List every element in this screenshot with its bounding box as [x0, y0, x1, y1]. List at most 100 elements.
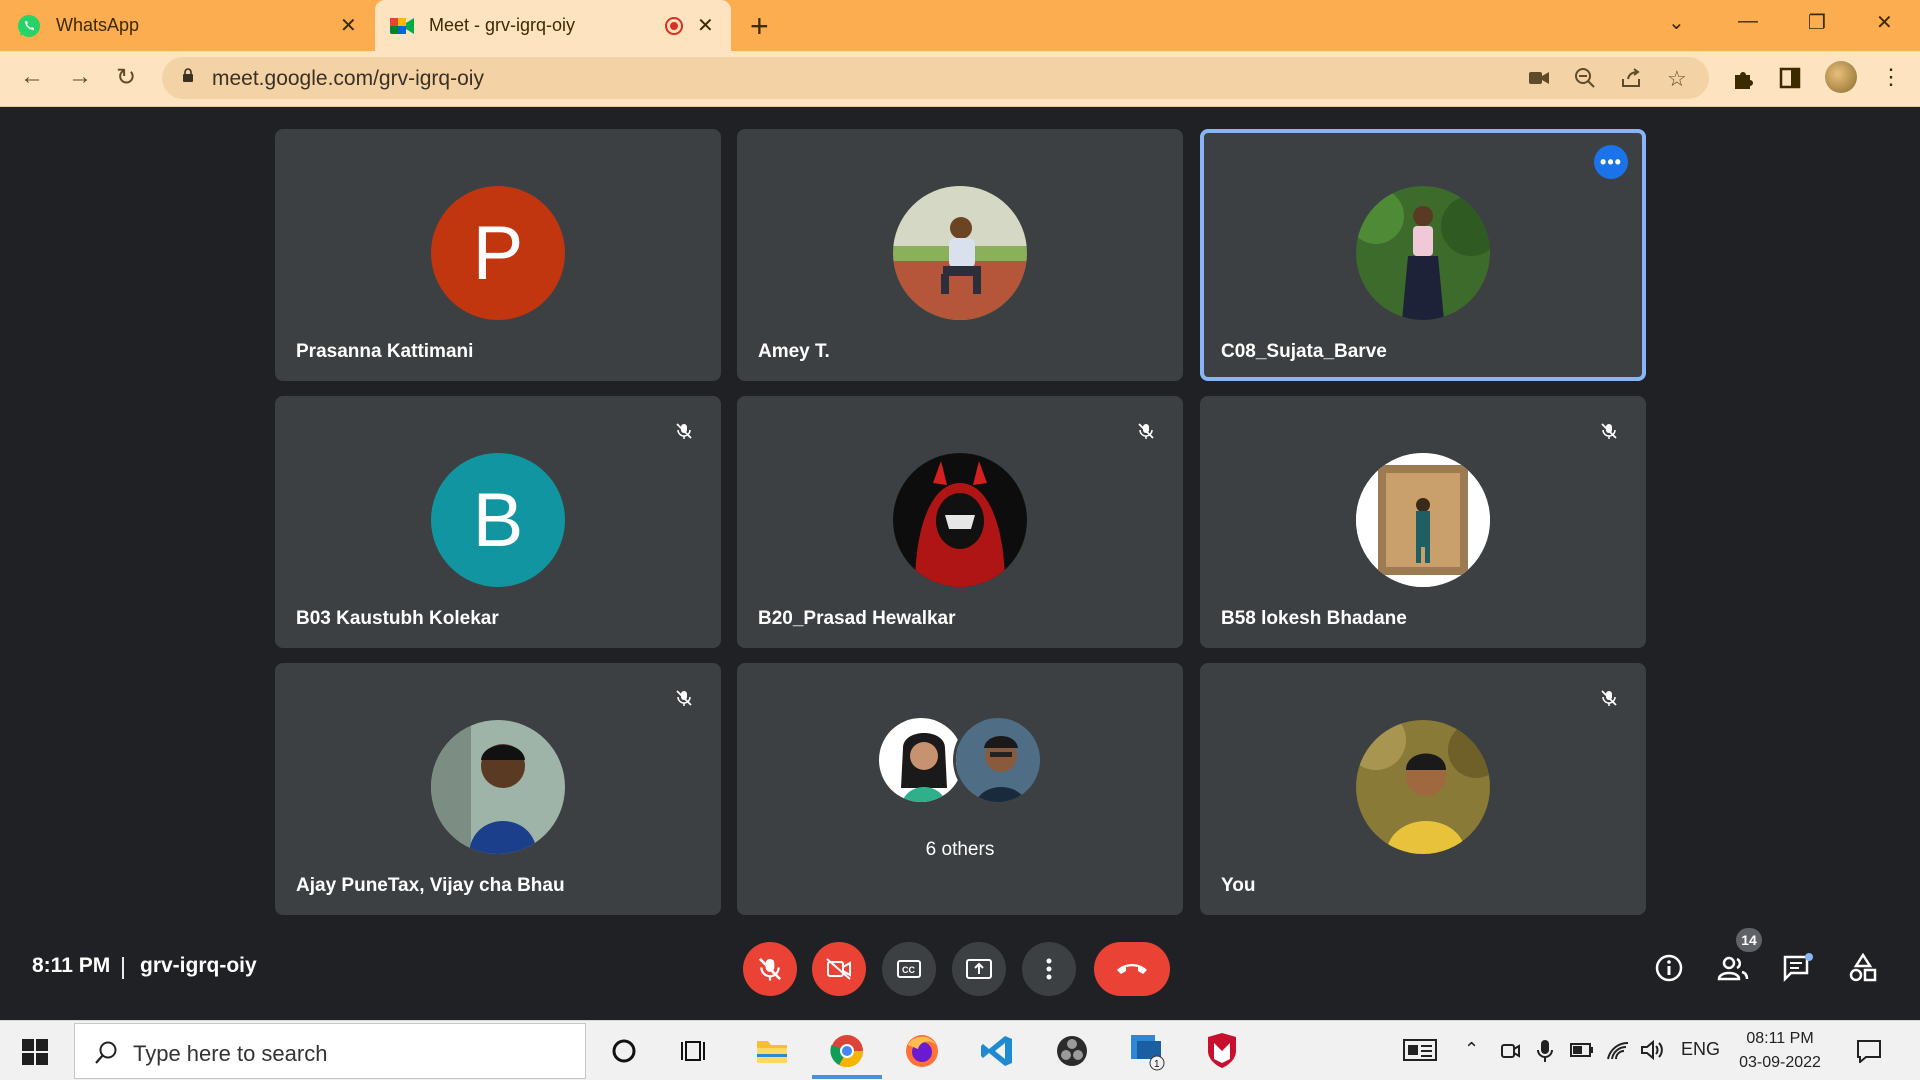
system-clock[interactable]: 08:11 PM 03-09-2022: [1730, 1027, 1830, 1075]
minimize-icon[interactable]: —: [1738, 10, 1758, 33]
avatar: B: [431, 453, 565, 587]
tab-meet[interactable]: Meet - grv-igrq-oiy ✕: [375, 0, 731, 51]
avatar-letter: B: [472, 477, 524, 563]
mcafee-icon[interactable]: [1200, 1029, 1244, 1073]
avatar-letter: P: [472, 210, 524, 296]
notifications-icon[interactable]: [1856, 1039, 1882, 1063]
url-text: meet.google.com/grv-igrq-oiy: [212, 67, 484, 90]
battery-icon[interactable]: [1570, 1043, 1594, 1057]
mic-off-icon: [1594, 416, 1624, 446]
task-view-icon[interactable]: [672, 1029, 716, 1073]
activities-button[interactable]: [1845, 950, 1881, 986]
active-app-indicator: [812, 1075, 882, 1079]
avatar: [431, 720, 565, 854]
browser-tab-bar: WhatsApp ✕ Meet - grv-igrq-oiy ✕ + ⌄ — ❐…: [0, 0, 1920, 51]
participant-name: B58 lokesh Bhadane: [1221, 608, 1407, 629]
mic-off-icon: [669, 416, 699, 446]
taskbar-search-box[interactable]: Type here to search: [74, 1023, 586, 1079]
avatar: [1356, 720, 1490, 854]
participant-name: C08_Sujata_Barve: [1221, 341, 1387, 362]
side-panel-icon[interactable]: [1779, 67, 1801, 89]
close-tab-icon[interactable]: ✕: [340, 13, 357, 38]
recording-icon: [665, 17, 683, 35]
present-icon: [966, 959, 992, 979]
participant-tile-active[interactable]: ••• C08_Sujata_Barve: [1200, 129, 1646, 381]
obs-icon[interactable]: [1050, 1029, 1094, 1073]
participant-tile[interactable]: B20_Prasad Hewalkar: [737, 396, 1183, 648]
people-button[interactable]: [1715, 950, 1751, 986]
avatar: [953, 715, 1043, 805]
camera-toggle-button[interactable]: [812, 942, 866, 996]
more-vert-icon: [1046, 958, 1052, 980]
others-avatars: [737, 663, 1183, 915]
address-bar[interactable]: meet.google.com/grv-igrq-oiy ☆: [162, 57, 1709, 99]
windows-start-icon[interactable]: [22, 1039, 48, 1065]
tab-whatsapp[interactable]: WhatsApp ✕: [16, 0, 366, 51]
participant-tile[interactable]: Ajay PuneTax, Vijay cha Bhau: [275, 663, 721, 915]
bookmark-star-icon[interactable]: ☆: [1667, 66, 1687, 92]
extensions-icon[interactable]: [1731, 67, 1755, 91]
participant-name: B20_Prasad Hewalkar: [758, 608, 956, 629]
forward-icon[interactable]: →: [68, 63, 92, 91]
restore-icon[interactable]: ❐: [1808, 10, 1826, 35]
camera-icon[interactable]: [1528, 70, 1550, 86]
tab-label: WhatsApp: [56, 15, 140, 35]
cortana-icon[interactable]: [602, 1029, 646, 1073]
call-end-icon: [1117, 964, 1147, 974]
windows-taskbar: Type here to search 1 ⌃ ENG 08:11 PM 03-…: [0, 1020, 1920, 1080]
browser-toolbar: ← → ↻ meet.google.com/grv-igrq-oiy ☆ ⋮: [0, 51, 1920, 107]
back-icon[interactable]: ←: [20, 63, 44, 91]
firefox-icon[interactable]: [900, 1029, 944, 1073]
participant-tile[interactable]: P Prasanna Kattimani: [275, 129, 721, 381]
others-tile[interactable]: 6 others: [737, 663, 1183, 915]
others-count-label: 6 others: [925, 839, 995, 860]
mic-off-icon: [1594, 683, 1624, 713]
mic-off-icon: [1131, 416, 1161, 446]
avatar: [893, 453, 1027, 587]
new-tab-button[interactable]: +: [750, 8, 769, 45]
people-icon: [1717, 956, 1749, 981]
chat-button[interactable]: [1780, 950, 1816, 986]
share-icon[interactable]: [1620, 67, 1642, 89]
mic-off-icon: [758, 957, 782, 981]
wifi-icon[interactable]: [1606, 1039, 1630, 1061]
search-placeholder: Type here to search: [133, 1041, 328, 1066]
mic-off-icon: [669, 683, 699, 713]
participant-tile[interactable]: B B03 Kaustubh Kolekar: [275, 396, 721, 648]
avatar: [893, 186, 1027, 320]
file-explorer-icon[interactable]: [750, 1029, 794, 1073]
news-widget-icon[interactable]: [1402, 1037, 1438, 1063]
self-tile[interactable]: You: [1200, 663, 1646, 915]
teams-icon[interactable]: 1: [1125, 1029, 1169, 1073]
camera-off-icon: [826, 958, 851, 980]
zoom-out-icon[interactable]: [1574, 67, 1596, 89]
volume-icon[interactable]: [1640, 1039, 1664, 1061]
present-screen-button[interactable]: [952, 942, 1006, 996]
meet-tray-icon[interactable]: [1500, 1041, 1520, 1061]
profile-avatar[interactable]: [1825, 61, 1857, 93]
tab-search-icon[interactable]: ⌄: [1668, 10, 1685, 35]
chevron-up-icon[interactable]: ⌃: [1464, 1039, 1479, 1060]
meeting-details-button[interactable]: [1651, 950, 1687, 986]
participant-tile[interactable]: B58 lokesh Bhadane: [1200, 396, 1646, 648]
more-options-button[interactable]: [1022, 942, 1076, 996]
meet-controls-bar: 8:11 PM grv-igrq-oiy CC 14: [0, 920, 1920, 1020]
captions-button[interactable]: CC: [882, 942, 936, 996]
more-options-icon[interactable]: •••: [1594, 145, 1628, 179]
vscode-icon[interactable]: [975, 1029, 1019, 1073]
leave-call-button[interactable]: [1094, 942, 1170, 996]
menu-kebab-icon[interactable]: ⋮: [1880, 64, 1902, 90]
reload-icon[interactable]: ↻: [116, 63, 136, 92]
chrome-icon[interactable]: [825, 1029, 869, 1073]
close-tab-icon[interactable]: ✕: [697, 13, 714, 38]
microphone-icon[interactable]: [1537, 1039, 1553, 1063]
closed-captions-icon: CC: [897, 960, 921, 978]
participant-name: B03 Kaustubh Kolekar: [296, 608, 499, 629]
close-window-icon[interactable]: ✕: [1876, 10, 1893, 35]
participant-name: Amey T.: [758, 341, 830, 362]
activities-icon: [1849, 953, 1877, 982]
participant-tile[interactable]: Amey T.: [737, 129, 1183, 381]
input-language[interactable]: ENG: [1681, 1039, 1720, 1060]
mic-toggle-button[interactable]: [743, 942, 797, 996]
avatar: [1356, 186, 1490, 320]
